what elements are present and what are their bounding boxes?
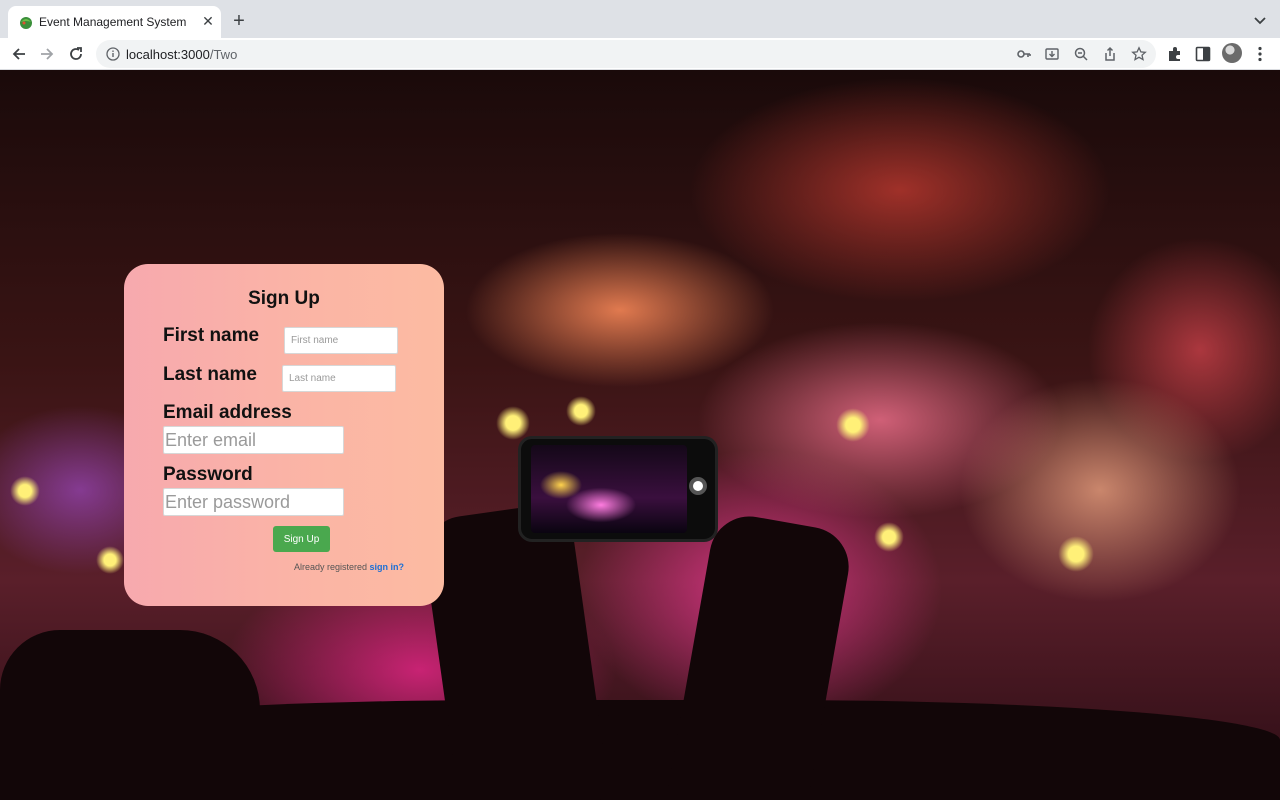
profile-avatar[interactable] [1222,43,1242,63]
tab-title: Event Management System [39,15,187,29]
signup-card: Sign Up First name Last name Email addre… [124,264,444,606]
globe-favicon-icon [20,17,32,29]
last-name-input[interactable] [282,365,396,392]
first-name-input[interactable] [284,327,398,354]
more-menu-icon[interactable] [1251,45,1269,63]
extensions-puzzle-icon[interactable] [1166,45,1184,63]
stage-light [96,546,124,574]
stage-light [566,396,596,426]
signin-link[interactable]: sign in? [370,562,405,572]
first-name-label: First name [163,325,260,346]
side-panel-icon[interactable] [1194,45,1212,63]
back-arrow-icon[interactable] [9,44,29,64]
signin-prompt: Already registered sign in? [294,562,404,572]
camera-shutter-icon [689,477,707,495]
phone-screen [531,445,687,533]
stage-light [10,476,40,506]
browser-tab[interactable]: Event Management System ✕ [8,6,221,38]
browser-toolbar: localhost:3000/Two [0,38,1280,70]
tab-strip: Event Management System ✕ + [0,0,1280,38]
stage-light [1058,536,1094,572]
phone-in-hand [518,436,718,542]
stage-light [836,408,870,442]
left-hands-silhouette [0,630,260,800]
install-app-icon[interactable] [1044,46,1060,62]
new-tab-icon[interactable]: + [230,11,248,31]
tab-search-chevron-icon[interactable] [1252,12,1268,28]
signup-title: Sign Up [248,288,320,309]
email-label: Email address [163,402,292,423]
email-input[interactable] [163,426,344,454]
already-registered-text: Already registered [294,562,370,572]
signup-button[interactable]: Sign Up [273,526,330,552]
password-label: Password [163,464,253,485]
password-input[interactable] [163,488,344,516]
address-bar[interactable]: localhost:3000/Two [96,40,1156,68]
reload-icon[interactable] [66,44,86,64]
bookmark-star-icon[interactable] [1131,46,1147,62]
stage-light [874,522,904,552]
last-name-label: Last name [163,364,257,385]
close-tab-icon[interactable]: ✕ [200,13,216,29]
url-text[interactable]: localhost:3000/Two [126,47,237,62]
share-icon[interactable] [1102,46,1118,62]
key-icon[interactable] [1016,46,1032,62]
zoom-icon[interactable] [1073,46,1089,62]
site-info-icon[interactable] [106,47,120,61]
forward-arrow-icon[interactable] [37,44,57,64]
concert-background: Sign Up First name Last name Email addre… [0,70,1280,800]
stage-light [496,406,530,440]
